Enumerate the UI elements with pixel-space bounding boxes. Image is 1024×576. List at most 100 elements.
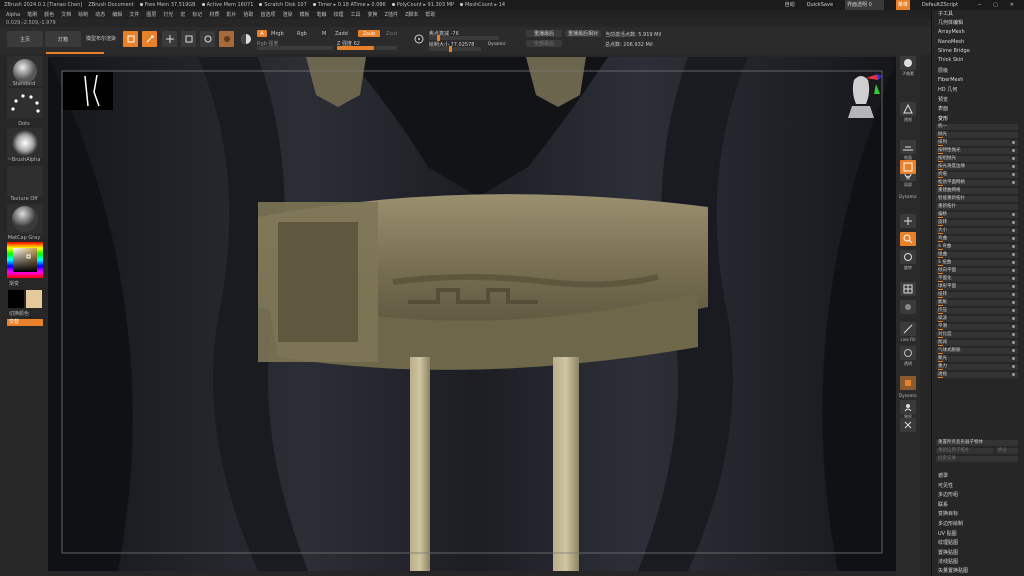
deform-rebuild-mesh[interactable]: 重建曲网格 <box>936 188 1018 194</box>
menu-file[interactable]: 文件 <box>129 11 139 18</box>
menu-light[interactable]: 灯光 <box>163 11 173 18</box>
material-selector[interactable] <box>7 204 43 234</box>
edit-button[interactable] <box>123 31 138 47</box>
deform-bend[interactable]: 弯曲 <box>936 236 1018 242</box>
persp-button[interactable] <box>900 102 916 116</box>
transparent-button[interactable] <box>900 346 916 360</box>
focal-shift-slider[interactable] <box>429 35 499 41</box>
deform-gravity[interactable]: 重力 <box>936 364 1018 370</box>
live-boolean-label[interactable]: 模型布尔渲染 <box>86 35 116 42</box>
deform-polish[interactable]: 抛光 <box>936 132 1018 138</box>
tray-item-displacement-map[interactable]: 置换贴图 <box>938 549 958 556</box>
deform-flatten[interactable]: 倾向平面 <box>936 268 1018 274</box>
ui-transparency-slider[interactable]: 界面透明 0 <box>845 0 884 10</box>
deform-crease[interactable]: 折痕 <box>936 172 1018 178</box>
tray-item-uv-map[interactable]: UV 贴图 <box>938 530 957 537</box>
dynamic-size-toggle[interactable]: Dynamic <box>488 41 506 46</box>
lightbox-button[interactable]: 灯箱 <box>45 31 81 47</box>
menu-marker[interactable]: 标记 <box>192 11 202 18</box>
deform-relax-plane[interactable]: 松弛平面网格 <box>936 180 1018 186</box>
deform-skew[interactable]: 扭曲 <box>936 252 1018 258</box>
deform-offset[interactable]: 偏移 <box>936 212 1018 218</box>
zcut-toggle[interactable]: Zcut <box>386 31 397 37</box>
deform-contrast[interactable]: 对比度 <box>936 332 1018 338</box>
tray-item-visibility[interactable]: 可见性 <box>938 482 953 489</box>
mrgb-toggle[interactable]: Mrgb <box>271 31 284 37</box>
tray-item-thick-skin[interactable]: Thick Skin <box>938 57 963 63</box>
deform-polish-by-features[interactable]: 按特性抛光 <box>936 148 1018 154</box>
maximize-icon[interactable]: ▢ <box>993 0 998 10</box>
default-zscript-button[interactable]: DefaultZScript <box>922 0 958 10</box>
menu-zplugin[interactable]: Z插件 <box>385 11 398 18</box>
stroke-selector[interactable] <box>7 88 43 118</box>
menu-button[interactable]: 菜单 <box>895 0 910 10</box>
menu-transform[interactable]: 变换 <box>368 11 378 18</box>
color-picker[interactable] <box>7 242 43 278</box>
tray-item-arraymesh[interactable]: ArrayMesh <box>938 29 965 35</box>
view-gizmo-head-icon[interactable] <box>838 72 884 124</box>
zsub-toggle[interactable]: Zsub <box>358 30 380 37</box>
tray-item-hd-geometry[interactable]: HD 几何 <box>938 86 957 93</box>
dynamic2-button[interactable] <box>900 376 916 390</box>
linefill-button[interactable] <box>900 322 916 336</box>
menu-edit[interactable]: 编辑 <box>112 11 122 18</box>
tray-item-fibermesh[interactable]: FiberMesh <box>938 77 963 83</box>
deform-polish-by-groups[interactable]: 按组抛光 <box>936 156 1018 162</box>
reset-all-deformers-button[interactable]: 重置所有变形器子物体 <box>936 440 1018 446</box>
deform-squeeze[interactable]: 挤压 <box>936 308 1018 314</box>
deform-taper[interactable]: 削减 <box>936 340 1018 346</box>
frame-button[interactable] <box>900 160 916 174</box>
menu-layer[interactable]: 图层 <box>146 11 156 18</box>
texture-selector[interactable] <box>7 166 43 196</box>
material-swatch-button[interactable] <box>219 31 234 47</box>
bpr-button[interactable] <box>900 56 916 70</box>
menu-preferences[interactable]: 首选项 <box>260 11 275 18</box>
tray-item-normal-map[interactable]: 法线贴图 <box>938 558 958 565</box>
scale-button[interactable] <box>181 31 196 47</box>
rgb-toggle[interactable]: Rgb <box>297 31 307 37</box>
tray-item-contact[interactable]: 联系 <box>938 501 948 508</box>
zoom-view-button[interactable] <box>900 232 916 246</box>
menu-material[interactable]: 材质 <box>209 11 219 18</box>
deform-perspective[interactable]: 透视 <box>936 372 1018 378</box>
deform-smooth[interactable]: 平滑 <box>936 324 1018 330</box>
draw-size-slider[interactable] <box>429 46 481 52</box>
menu-picker[interactable]: 拾取 <box>243 11 253 18</box>
deformation-header[interactable]: 变形 <box>938 115 948 122</box>
menu-zscript[interactable]: Z脚本 <box>405 11 418 18</box>
sculpt-model-render[interactable] <box>48 57 898 571</box>
deform-sbend[interactable]: S 弯曲 <box>936 244 1018 250</box>
tray-item-nanomesh[interactable]: NanoMesh <box>938 39 964 45</box>
draw-button[interactable] <box>142 31 157 47</box>
rotate-view-button[interactable] <box>900 250 916 264</box>
a-mode-toggle[interactable]: A <box>257 30 267 37</box>
xpose-button[interactable] <box>900 418 916 432</box>
deform-noise[interactable]: 噪波 <box>936 316 1018 322</box>
rotate-button[interactable] <box>200 31 215 47</box>
deform-twist[interactable]: 扭转 <box>936 292 1018 298</box>
menu-macro[interactable]: 宏 <box>180 11 185 18</box>
quicksave-button[interactable]: QuickSave <box>807 0 833 10</box>
menu-dynamics[interactable]: 动态 <box>95 11 105 18</box>
alternate-button[interactable]: 交替 <box>7 319 43 326</box>
polyf-button[interactable] <box>900 282 916 296</box>
tray-item-slime-bridge[interactable]: Slime Bridge <box>938 48 970 54</box>
menu-movie[interactable]: 影片 <box>226 11 236 18</box>
deform-size[interactable]: 大小 <box>936 228 1018 234</box>
deform-spherize[interactable]: 球形平面 <box>936 284 1018 290</box>
home-button[interactable]: 主页 <box>7 31 43 47</box>
tray-item-preview[interactable]: 预览 <box>938 96 948 103</box>
replay-last-button[interactable]: 重播最后 <box>526 30 562 37</box>
z-intensity-slider[interactable] <box>337 46 397 50</box>
tray-item-polypaint[interactable]: 多边形绘制 <box>938 520 963 527</box>
tray-item-subtool[interactable]: 子工具 <box>938 10 953 17</box>
zadd-toggle[interactable]: Zadd <box>335 31 348 37</box>
deform-inflate[interactable]: 膨胀 <box>936 300 1018 306</box>
deform-planar[interactable]: 平面化 <box>936 276 1018 282</box>
deform-smart-resym[interactable]: 智能重新拓扑 <box>936 196 1018 202</box>
menu-texture[interactable]: 纹理 <box>334 11 344 18</box>
transp-button[interactable] <box>900 300 916 314</box>
menu-brush[interactable]: 笔刷 <box>27 11 37 18</box>
menu-document[interactable]: 文档 <box>61 11 71 18</box>
main-color-swatch[interactable] <box>26 290 42 308</box>
